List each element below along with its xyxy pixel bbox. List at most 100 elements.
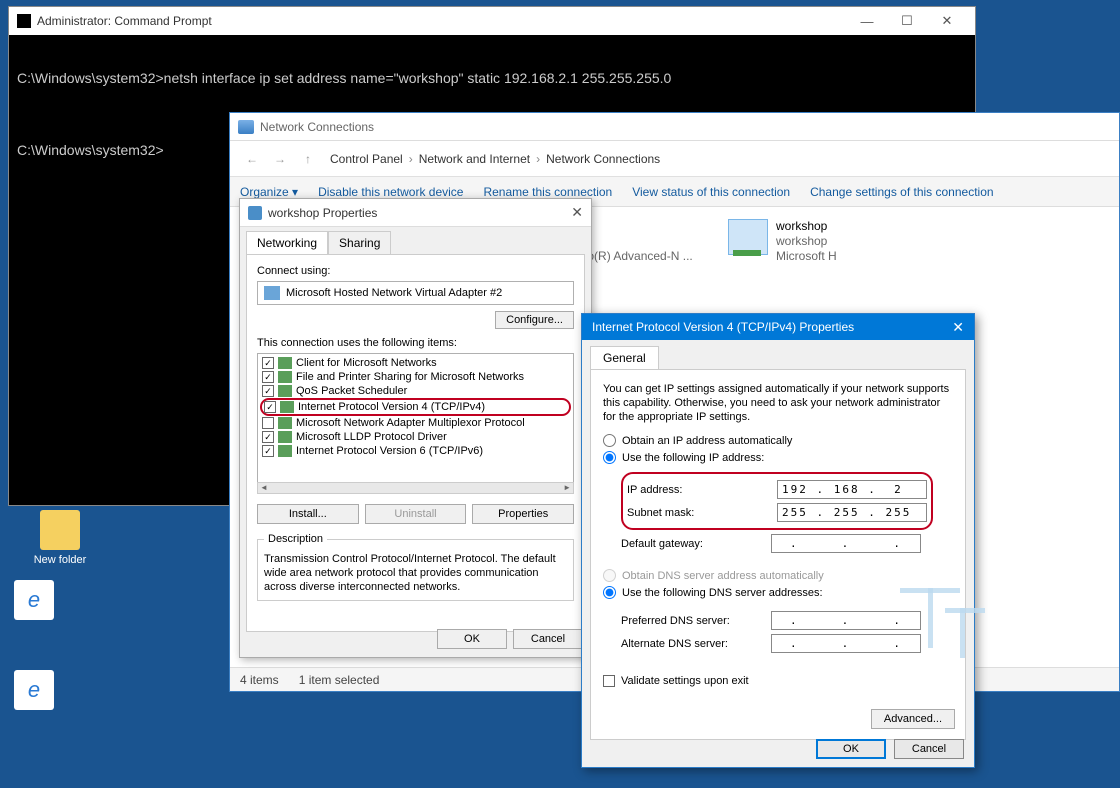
nc-titlebar[interactable]: Network Connections bbox=[230, 113, 1119, 141]
preferred-dns-label: Preferred DNS server: bbox=[621, 615, 771, 627]
close-button[interactable]: ✕ bbox=[571, 204, 583, 221]
rename-connection[interactable]: Rename this connection bbox=[483, 185, 612, 199]
list-item[interactable]: Microsoft Network Adapter Multiplexor Pr… bbox=[260, 416, 571, 430]
validate-checkbox[interactable]: Validate settings upon exit bbox=[603, 675, 953, 687]
radio-label: Obtain an IP address automatically bbox=[622, 435, 792, 447]
cmd-icon bbox=[17, 14, 31, 28]
configure-button[interactable]: Configure... bbox=[495, 311, 574, 329]
component-icon bbox=[278, 431, 292, 443]
cmd-line: C:\Windows\system32>netsh interface ip s… bbox=[17, 67, 967, 89]
ip-tabs: General bbox=[582, 340, 974, 369]
validate-label: Validate settings upon exit bbox=[621, 675, 749, 687]
list-item[interactable]: ✓ Internet Protocol Version 6 (TCP/IPv6) bbox=[260, 444, 571, 458]
breadcrumb: Control Panel› Network and Internet› Net… bbox=[330, 152, 660, 166]
conn-status: workshop bbox=[776, 234, 837, 249]
wp-titlebar[interactable]: workshop Properties ✕ bbox=[240, 199, 591, 227]
item-label: File and Printer Sharing for Microsoft N… bbox=[296, 371, 524, 383]
item-label: Microsoft Network Adapter Multiplexor Pr… bbox=[296, 417, 525, 429]
maximize-button[interactable]: ☐ bbox=[887, 8, 927, 34]
disable-device[interactable]: Disable this network device bbox=[318, 185, 463, 199]
cmd-title: Administrator: Command Prompt bbox=[37, 14, 212, 28]
close-button[interactable]: ✕ bbox=[952, 319, 964, 336]
tab-sharing[interactable]: Sharing bbox=[328, 231, 391, 254]
cancel-button[interactable]: Cancel bbox=[513, 629, 583, 649]
preferred-dns-input[interactable] bbox=[771, 611, 921, 630]
organize-menu[interactable]: Organize ▾ bbox=[240, 185, 298, 199]
component-icon bbox=[278, 385, 292, 397]
tab-general[interactable]: General bbox=[590, 346, 659, 369]
ip-titlebar[interactable]: Internet Protocol Version 4 (TCP/IPv4) P… bbox=[582, 314, 974, 340]
back-button[interactable]: ← bbox=[238, 147, 266, 171]
selection-count: 1 item selected bbox=[299, 673, 380, 687]
wp-title-text: workshop Properties bbox=[268, 206, 377, 220]
description-group: Description Transmission Control Protoco… bbox=[257, 532, 574, 601]
radio-auto-ip[interactable]: Obtain an IP address automatically bbox=[603, 434, 953, 447]
cmd-titlebar[interactable]: Administrator: Command Prompt — ☐ ✕ bbox=[9, 7, 975, 35]
list-item-ipv4[interactable]: ✓ Internet Protocol Version 4 (TCP/IPv4) bbox=[260, 398, 571, 416]
scrollbar[interactable] bbox=[257, 482, 574, 494]
properties-button[interactable]: Properties bbox=[472, 504, 574, 524]
ip-address-input[interactable] bbox=[777, 480, 927, 499]
connection-workshop[interactable]: workshop workshop Microsoft H bbox=[728, 219, 848, 264]
item-label: Internet Protocol Version 6 (TCP/IPv6) bbox=[296, 445, 483, 457]
item-count: 4 items bbox=[240, 673, 279, 687]
ok-button[interactable]: OK bbox=[816, 739, 886, 759]
list-item[interactable]: ✓QoS Packet Scheduler bbox=[260, 384, 571, 398]
tab-networking[interactable]: Networking bbox=[246, 231, 328, 254]
subnet-mask-input[interactable] bbox=[777, 503, 927, 522]
description-text: Transmission Control Protocol/Internet P… bbox=[264, 553, 556, 593]
view-status[interactable]: View status of this connection bbox=[632, 185, 790, 199]
radio-input[interactable] bbox=[603, 586, 616, 599]
ie-icon: e bbox=[14, 670, 54, 710]
ok-button[interactable]: OK bbox=[437, 629, 507, 649]
ie-icon: e bbox=[14, 580, 54, 620]
radio-auto-dns: Obtain DNS server address automatically bbox=[603, 569, 953, 582]
component-icon bbox=[278, 445, 292, 457]
up-button[interactable]: ↑ bbox=[294, 147, 322, 171]
radio-input[interactable] bbox=[603, 451, 616, 464]
checkbox-icon[interactable] bbox=[603, 675, 615, 687]
radio-manual-ip[interactable]: Use the following IP address: bbox=[603, 451, 953, 464]
install-button[interactable]: Install... bbox=[257, 504, 359, 524]
gateway-input[interactable] bbox=[771, 534, 921, 553]
intro-text: You can get IP settings assigned automat… bbox=[603, 382, 953, 424]
list-item[interactable]: ✓ File and Printer Sharing for Microsoft … bbox=[260, 370, 571, 384]
breadcrumb-mid[interactable]: Network and Internet bbox=[419, 152, 530, 166]
checkbox-icon[interactable]: ✓ bbox=[262, 445, 274, 457]
breadcrumb-leaf[interactable]: Network Connections bbox=[546, 152, 660, 166]
minimize-button[interactable]: — bbox=[847, 8, 887, 34]
desktop-shortcut-2[interactable]: e bbox=[4, 670, 64, 714]
breadcrumb-root[interactable]: Control Panel bbox=[330, 152, 403, 166]
close-button[interactable]: ✕ bbox=[927, 8, 967, 34]
checkbox-icon[interactable]: ✓ bbox=[262, 385, 274, 397]
checkbox-icon[interactable]: ✓ bbox=[262, 371, 274, 383]
radio-input[interactable] bbox=[603, 434, 616, 447]
circled-fields: IP address: Subnet mask: bbox=[621, 472, 933, 530]
items-list[interactable]: ✓Client for Microsoft Networks ✓ File and… bbox=[257, 353, 574, 483]
wp-icon bbox=[248, 206, 262, 220]
advanced-button[interactable]: Advanced... bbox=[871, 709, 955, 729]
ip-address-label: IP address: bbox=[627, 484, 777, 496]
wp-body: Connect using: Microsoft Hosted Network … bbox=[246, 254, 585, 632]
list-item[interactable]: ✓Microsoft LLDP Protocol Driver bbox=[260, 430, 571, 444]
checkbox-icon[interactable]: ✓ bbox=[262, 357, 274, 369]
workshop-properties-dialog: workshop Properties ✕ Networking Sharing… bbox=[239, 198, 592, 658]
change-settings[interactable]: Change settings of this connection bbox=[810, 185, 993, 199]
new-folder-icon[interactable]: New folder bbox=[30, 510, 90, 566]
nc-title: Network Connections bbox=[260, 120, 374, 134]
ipv4-properties-dialog: Internet Protocol Version 4 (TCP/IPv4) P… bbox=[581, 313, 975, 768]
ip-body: You can get IP settings assigned automat… bbox=[590, 369, 966, 740]
radio-input bbox=[603, 569, 616, 582]
desktop-shortcut-1[interactable]: e bbox=[4, 580, 64, 624]
checkbox-icon[interactable]: ✓ bbox=[264, 401, 276, 413]
component-icon bbox=[278, 371, 292, 383]
checkbox-icon[interactable] bbox=[262, 417, 274, 429]
component-icon bbox=[280, 401, 294, 413]
alternate-dns-input[interactable] bbox=[771, 634, 921, 653]
checkbox-icon[interactable]: ✓ bbox=[262, 431, 274, 443]
cancel-button[interactable]: Cancel bbox=[894, 739, 964, 759]
forward-button[interactable]: → bbox=[266, 147, 294, 171]
list-item[interactable]: ✓Client for Microsoft Networks bbox=[260, 356, 571, 370]
item-label: Internet Protocol Version 4 (TCP/IPv4) bbox=[298, 401, 485, 413]
component-icon bbox=[278, 357, 292, 369]
